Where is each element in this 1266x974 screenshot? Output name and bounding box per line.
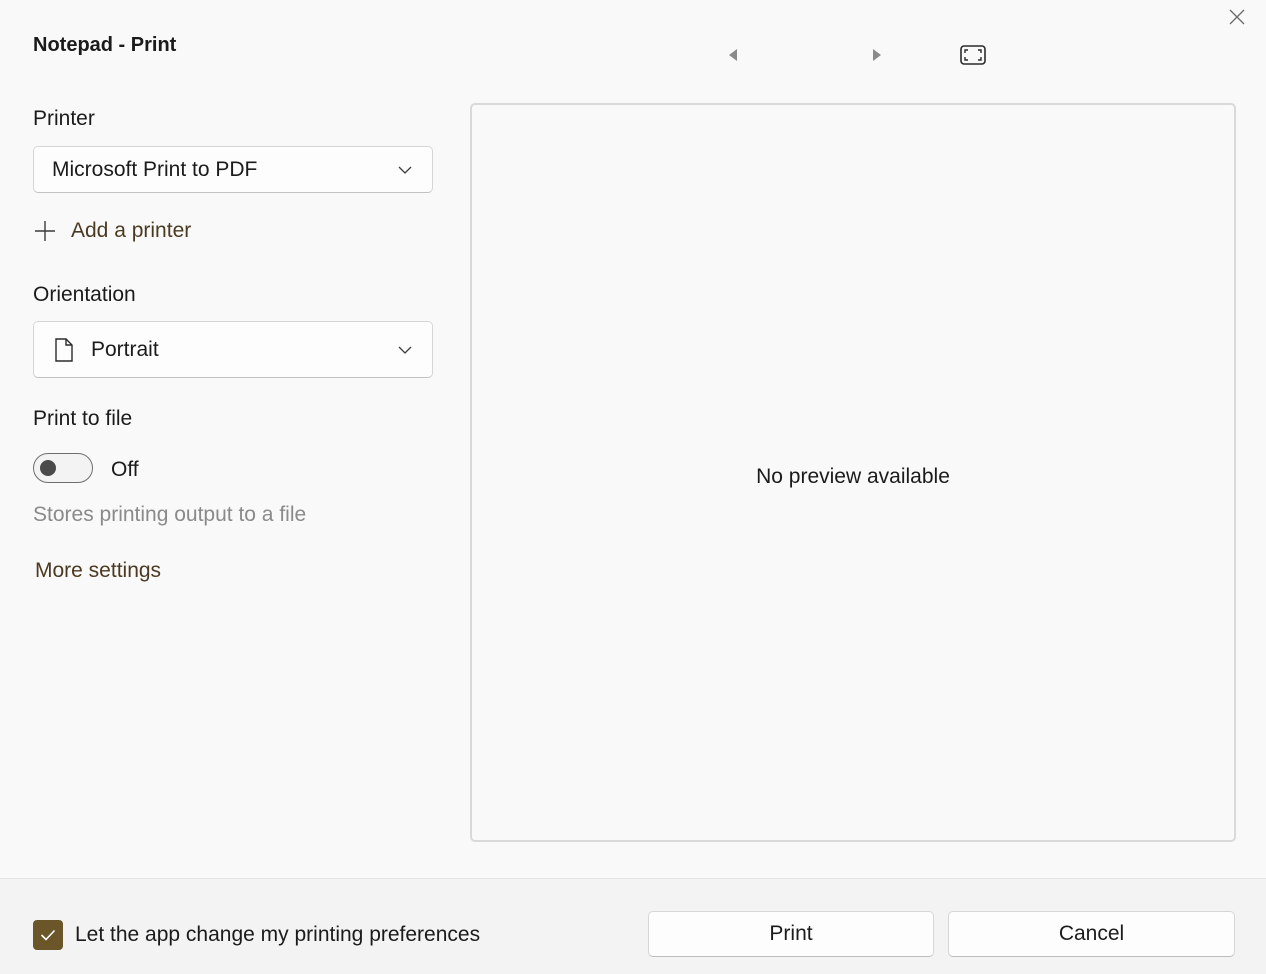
print-to-file-hint: Stores printing output to a file xyxy=(33,503,307,526)
print-preview-pane: No preview available xyxy=(470,103,1236,842)
previous-page-button[interactable] xyxy=(718,40,748,70)
fit-to-page-icon xyxy=(960,45,986,65)
orientation-label: Orientation xyxy=(33,283,136,306)
dialog-title: Notepad - Print xyxy=(33,34,177,56)
close-icon xyxy=(1229,9,1245,25)
next-page-button[interactable] xyxy=(862,40,892,70)
orientation-dropdown[interactable]: Portrait xyxy=(33,321,433,378)
fit-to-page-button[interactable] xyxy=(954,38,992,72)
add-printer-link[interactable]: Add a printer xyxy=(33,213,191,249)
chevron-down-icon xyxy=(398,166,412,174)
print-to-file-label: Print to file xyxy=(33,407,133,430)
chevron-down-icon xyxy=(398,346,412,354)
printer-selected-value: Microsoft Print to PDF xyxy=(52,157,258,181)
print-button[interactable]: Print xyxy=(648,911,934,957)
page-icon xyxy=(55,337,73,362)
checkmark-icon xyxy=(40,929,56,941)
plus-icon xyxy=(35,221,55,241)
printer-dropdown[interactable]: Microsoft Print to PDF xyxy=(33,146,433,193)
next-page-icon xyxy=(873,49,881,61)
print-to-file-toggle[interactable] xyxy=(33,453,93,483)
orientation-selected-value: Portrait xyxy=(91,337,159,361)
close-button[interactable] xyxy=(1220,0,1254,34)
printer-label: Printer xyxy=(33,107,95,130)
preview-message: No preview available xyxy=(756,465,950,488)
more-settings-link[interactable]: More settings xyxy=(35,559,161,583)
preferences-checkbox[interactable] xyxy=(33,920,63,950)
add-printer-label: Add a printer xyxy=(71,219,192,242)
previous-page-icon xyxy=(729,49,737,61)
print-dialog: Notepad - Print Printer Microsoft Print … xyxy=(0,0,1266,974)
cancel-button[interactable]: Cancel xyxy=(948,911,1235,957)
print-to-file-state: Off xyxy=(111,458,139,481)
toggle-knob xyxy=(40,460,56,476)
preferences-checkbox-label: Let the app change my printing preferenc… xyxy=(75,923,481,946)
